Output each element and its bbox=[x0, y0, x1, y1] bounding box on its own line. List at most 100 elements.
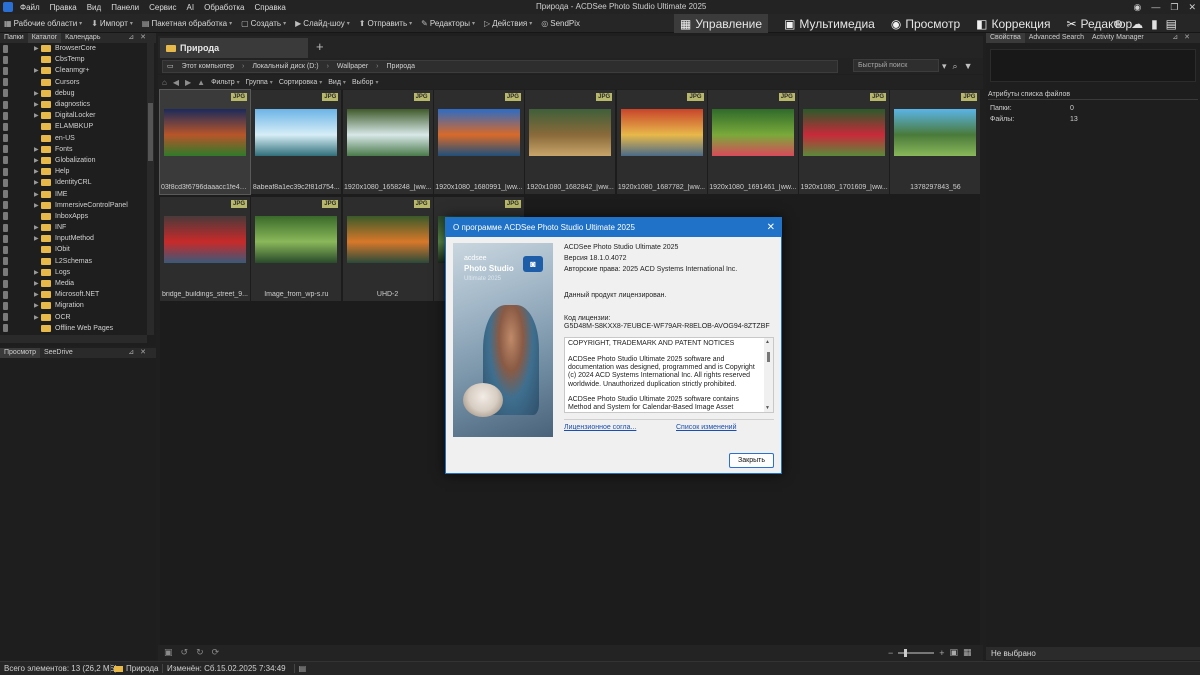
expand-arrow-icon[interactable]: ▶ bbox=[34, 280, 39, 287]
stats-icon[interactable]: ▮ bbox=[1151, 17, 1158, 31]
folder-item[interactable]: ▶ DigitalLocker bbox=[0, 110, 146, 121]
scroll-down-icon[interactable]: ▼ bbox=[765, 405, 770, 411]
thumbnail-item[interactable]: JPG Image_from_wp-s.ru bbox=[251, 197, 342, 301]
refresh-icon[interactable]: ⟳ bbox=[212, 647, 220, 658]
expand-arrow-icon[interactable]: ▶ bbox=[34, 269, 39, 276]
expand-arrow-icon[interactable]: ▶ bbox=[34, 202, 39, 209]
expand-arrow-icon[interactable]: ▶ bbox=[34, 101, 39, 108]
menu-edit[interactable]: Правка bbox=[50, 3, 77, 12]
expand-arrow-icon[interactable]: ▶ bbox=[34, 67, 39, 74]
drag-handle-icon[interactable] bbox=[3, 201, 8, 210]
drag-handle-icon[interactable] bbox=[3, 324, 8, 333]
filter-menu-item[interactable]: Сортировка ▾ bbox=[279, 79, 322, 86]
close-icon[interactable]: ✕ bbox=[1188, 2, 1196, 13]
folder-tree-hscrollbar[interactable] bbox=[0, 335, 147, 343]
mode-eye[interactable]: ◉ Просмотр bbox=[891, 17, 960, 31]
tab-properties[interactable]: Свойства bbox=[986, 33, 1025, 43]
thumbnail-image[interactable] bbox=[255, 109, 338, 156]
drag-handle-icon[interactable] bbox=[3, 234, 8, 243]
folder-item[interactable]: ELAMBKUP bbox=[0, 121, 146, 132]
tab-activity-manager[interactable]: Activity Manager bbox=[1088, 33, 1148, 43]
folder-item[interactable]: ▶ BrowserCore bbox=[0, 43, 146, 54]
folder-item[interactable]: ▶ diagnostics bbox=[0, 99, 146, 110]
license-agreement-link[interactable]: Лицензионное согла... bbox=[564, 424, 636, 431]
thumbnail-item[interactable]: JPG 1920x1080_1658248_[ww... bbox=[342, 90, 433, 194]
menu-ai[interactable]: AI bbox=[187, 3, 195, 12]
expand-arrow-icon[interactable]: ▶ bbox=[34, 146, 39, 153]
folder-item[interactable]: ▶ IdentityCRL bbox=[0, 177, 146, 188]
folder-item[interactable]: ▶ Globalization bbox=[0, 155, 146, 166]
expand-arrow-icon[interactable]: ▶ bbox=[34, 179, 39, 186]
drag-handle-icon[interactable] bbox=[3, 301, 8, 310]
tool-grid[interactable]: ▦ Рабочие области ▾ bbox=[4, 19, 82, 28]
folder-item[interactable]: ▶ INF bbox=[0, 222, 146, 233]
folder-item[interactable]: ▶ Help bbox=[0, 166, 146, 177]
tool-actions[interactable]: ▷ Действия ▾ bbox=[484, 19, 532, 28]
panel-pin-close-icons[interactable]: ⊿✕ bbox=[128, 33, 152, 43]
expand-arrow-icon[interactable]: ▶ bbox=[34, 168, 39, 175]
folder-item[interactable]: ▶ IME bbox=[0, 188, 146, 199]
up-icon[interactable]: ▲ bbox=[197, 78, 205, 87]
drag-handle-icon[interactable] bbox=[3, 223, 8, 232]
search-icon[interactable]: ⌕ bbox=[953, 61, 958, 72]
drag-handle-icon[interactable] bbox=[3, 245, 8, 254]
crop-icon[interactable]: ▣ bbox=[164, 647, 173, 658]
thumbnail-item[interactable]: JPG 1920x1080_1680991_[ww... bbox=[433, 90, 524, 194]
drag-handle-icon[interactable] bbox=[3, 122, 8, 131]
drag-handle-icon[interactable] bbox=[3, 44, 8, 53]
back-icon[interactable]: ◀ bbox=[173, 78, 179, 87]
notice-scroll-thumb[interactable] bbox=[767, 352, 770, 362]
search-dropdown-icon[interactable]: ▾ bbox=[942, 61, 947, 72]
mode-develop[interactable]: ◧ Коррекция bbox=[976, 17, 1050, 31]
thumbnail-item[interactable]: JPG bridge_buildings_street_9... bbox=[160, 197, 250, 301]
filter-icon[interactable]: ▼ bbox=[964, 61, 973, 71]
filter-menu-item[interactable]: Фильтр ▾ bbox=[211, 79, 240, 86]
expand-arrow-icon[interactable]: ▶ bbox=[34, 90, 39, 97]
folder-item[interactable]: ▶ debug bbox=[0, 88, 146, 99]
folder-item[interactable]: ▶ OCR bbox=[0, 312, 146, 323]
thumbnail-item[interactable]: JPG 1920x1080_1682842_[ww... bbox=[525, 90, 616, 194]
zoom-slider-knob[interactable] bbox=[904, 648, 908, 657]
drag-handle-icon[interactable] bbox=[3, 290, 8, 299]
expand-arrow-icon[interactable]: ▶ bbox=[34, 191, 39, 198]
folder-item[interactable]: ▶ Cleanmgr+ bbox=[0, 65, 146, 76]
view-mode-icon[interactable]: ▦ bbox=[963, 647, 972, 658]
tool-slideshow[interactable]: ▶ Слайд-шоу ▾ bbox=[295, 19, 350, 28]
account-icon[interactable]: ◉ bbox=[1134, 2, 1142, 13]
crumb-disk-d[interactable]: Локальный диск (D:) bbox=[252, 63, 318, 70]
thumbnail-size-icon[interactable]: ▣ bbox=[950, 647, 959, 658]
home-icon[interactable]: ⌂ bbox=[162, 78, 167, 87]
folder-item[interactable]: CbsTemp bbox=[0, 54, 146, 65]
thumbnail-image[interactable] bbox=[346, 109, 429, 156]
thumbnail-item[interactable]: JPG 1920x1080_1691461_[ww... bbox=[707, 90, 798, 194]
thumbnail-image[interactable] bbox=[164, 216, 246, 263]
mode-manage[interactable]: ▦ Управление bbox=[674, 14, 769, 33]
drag-handle-icon[interactable] bbox=[3, 156, 8, 165]
drag-handle-icon[interactable] bbox=[3, 268, 8, 277]
crumb-wallpaper[interactable]: Wallpaper bbox=[337, 63, 368, 70]
expand-arrow-icon[interactable]: ▶ bbox=[34, 224, 39, 231]
drag-handle-icon[interactable] bbox=[3, 89, 8, 98]
zoom-out-icon[interactable]: − bbox=[888, 648, 893, 658]
rotate-left-icon[interactable]: ↺ bbox=[181, 647, 189, 658]
legal-notice-box[interactable]: COPYRIGHT, TRADEMARK AND PATENT NOTICES … bbox=[564, 337, 774, 413]
folder-item[interactable]: ▶ Media bbox=[0, 278, 146, 289]
expand-arrow-icon[interactable]: ▶ bbox=[34, 235, 39, 242]
dashboard-icon[interactable]: ⊕ bbox=[1113, 17, 1123, 31]
crumb-priroda[interactable]: Природа bbox=[387, 63, 415, 70]
breadcrumb[interactable]: ▭ Этот компьютер › Локальный диск (D:) ›… bbox=[162, 59, 838, 73]
drag-handle-icon[interactable] bbox=[3, 313, 8, 322]
tool-sendpix[interactable]: ◎ SendPix bbox=[541, 19, 580, 28]
folder-tree-scrollbar[interactable] bbox=[147, 43, 154, 335]
cloud-icon[interactable]: ☁ bbox=[1131, 17, 1143, 31]
expand-arrow-icon[interactable]: ▶ bbox=[34, 157, 39, 164]
thumbnail-item[interactable]: JPG 03f8cd3f6796daaacc1fe43... bbox=[159, 89, 251, 195]
menu-process[interactable]: Обработка bbox=[204, 3, 244, 12]
thumbnail-image[interactable] bbox=[529, 109, 612, 156]
thumbnail-item[interactable]: JPG 1378297843_56 bbox=[890, 90, 981, 194]
tab-calendar[interactable]: Календарь bbox=[61, 33, 104, 43]
folder-item[interactable]: Offline Web Pages bbox=[0, 323, 146, 334]
minimize-icon[interactable]: — bbox=[1151, 2, 1160, 12]
tab-priroda[interactable]: Природа bbox=[160, 38, 308, 58]
drag-handle-icon[interactable] bbox=[3, 111, 8, 120]
